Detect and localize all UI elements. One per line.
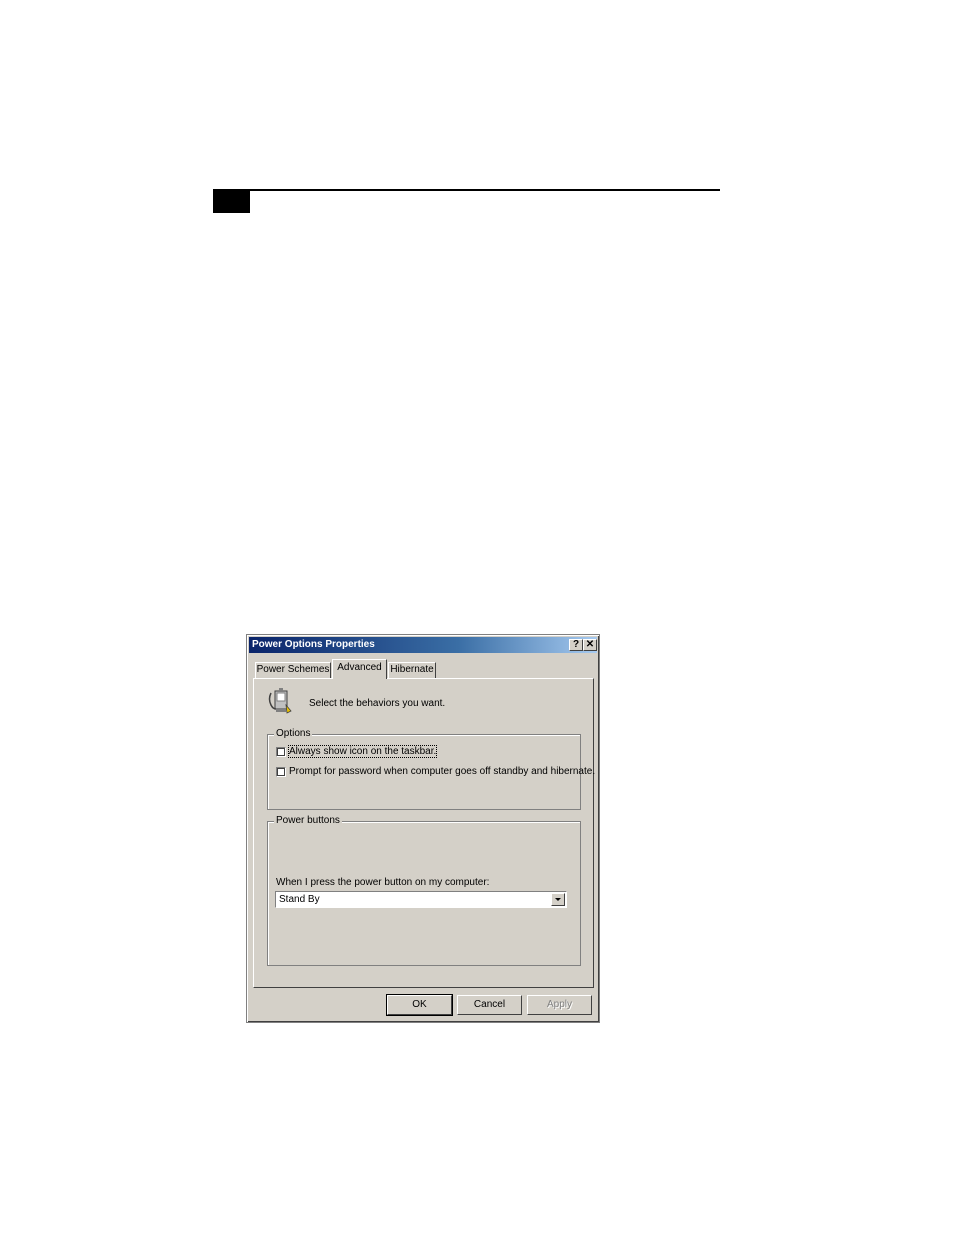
prompt-password-checkbox[interactable] [276, 766, 286, 777]
help-button[interactable]: ? [569, 639, 583, 651]
chevron-down-icon[interactable] [551, 893, 565, 906]
cancel-button[interactable]: Cancel [457, 995, 522, 1015]
page-header-rule [213, 189, 720, 191]
power-buttons-groupbox: Power buttons When I press the power but… [267, 815, 581, 966]
options-groupbox: Options Always show icon on the taskbar.… [267, 728, 595, 810]
show-icon-label[interactable]: Always show icon on the taskbar. [287, 745, 438, 758]
power-button-action-value: Stand By [279, 894, 320, 905]
tab-power-schemes[interactable]: Power Schemes [255, 662, 331, 678]
power-plug-icon [268, 688, 292, 714]
show-icon-option[interactable]: Always show icon on the taskbar. [276, 745, 438, 760]
power-options-dialog: Power Options Properties ? ✕ Power Schem… [246, 634, 600, 1023]
power-button-action-select[interactable]: Stand By [275, 891, 567, 908]
advanced-tab-panel: Select the behaviors you want. Options A… [253, 678, 595, 988]
dialog-title: Power Options Properties [252, 639, 375, 650]
page-header-tab [213, 191, 250, 213]
show-icon-checkbox[interactable] [276, 746, 286, 757]
power-button-prompt: When I press the power button on my comp… [276, 877, 490, 888]
tab-advanced[interactable]: Advanced [332, 659, 387, 679]
prompt-password-label[interactable]: Prompt for password when computer goes o… [289, 766, 595, 777]
intro-text: Select the behaviors you want. [309, 698, 446, 709]
title-bar[interactable]: Power Options Properties ? ✕ [249, 637, 597, 653]
ok-button[interactable]: OK [386, 994, 453, 1016]
tab-hibernate[interactable]: Hibernate [388, 662, 436, 678]
close-button[interactable]: ✕ [583, 639, 597, 651]
options-legend: Options [274, 728, 313, 739]
power-buttons-legend: Power buttons [274, 815, 342, 826]
prompt-password-option[interactable]: Prompt for password when computer goes o… [276, 766, 595, 780]
apply-button[interactable]: Apply [527, 995, 592, 1015]
